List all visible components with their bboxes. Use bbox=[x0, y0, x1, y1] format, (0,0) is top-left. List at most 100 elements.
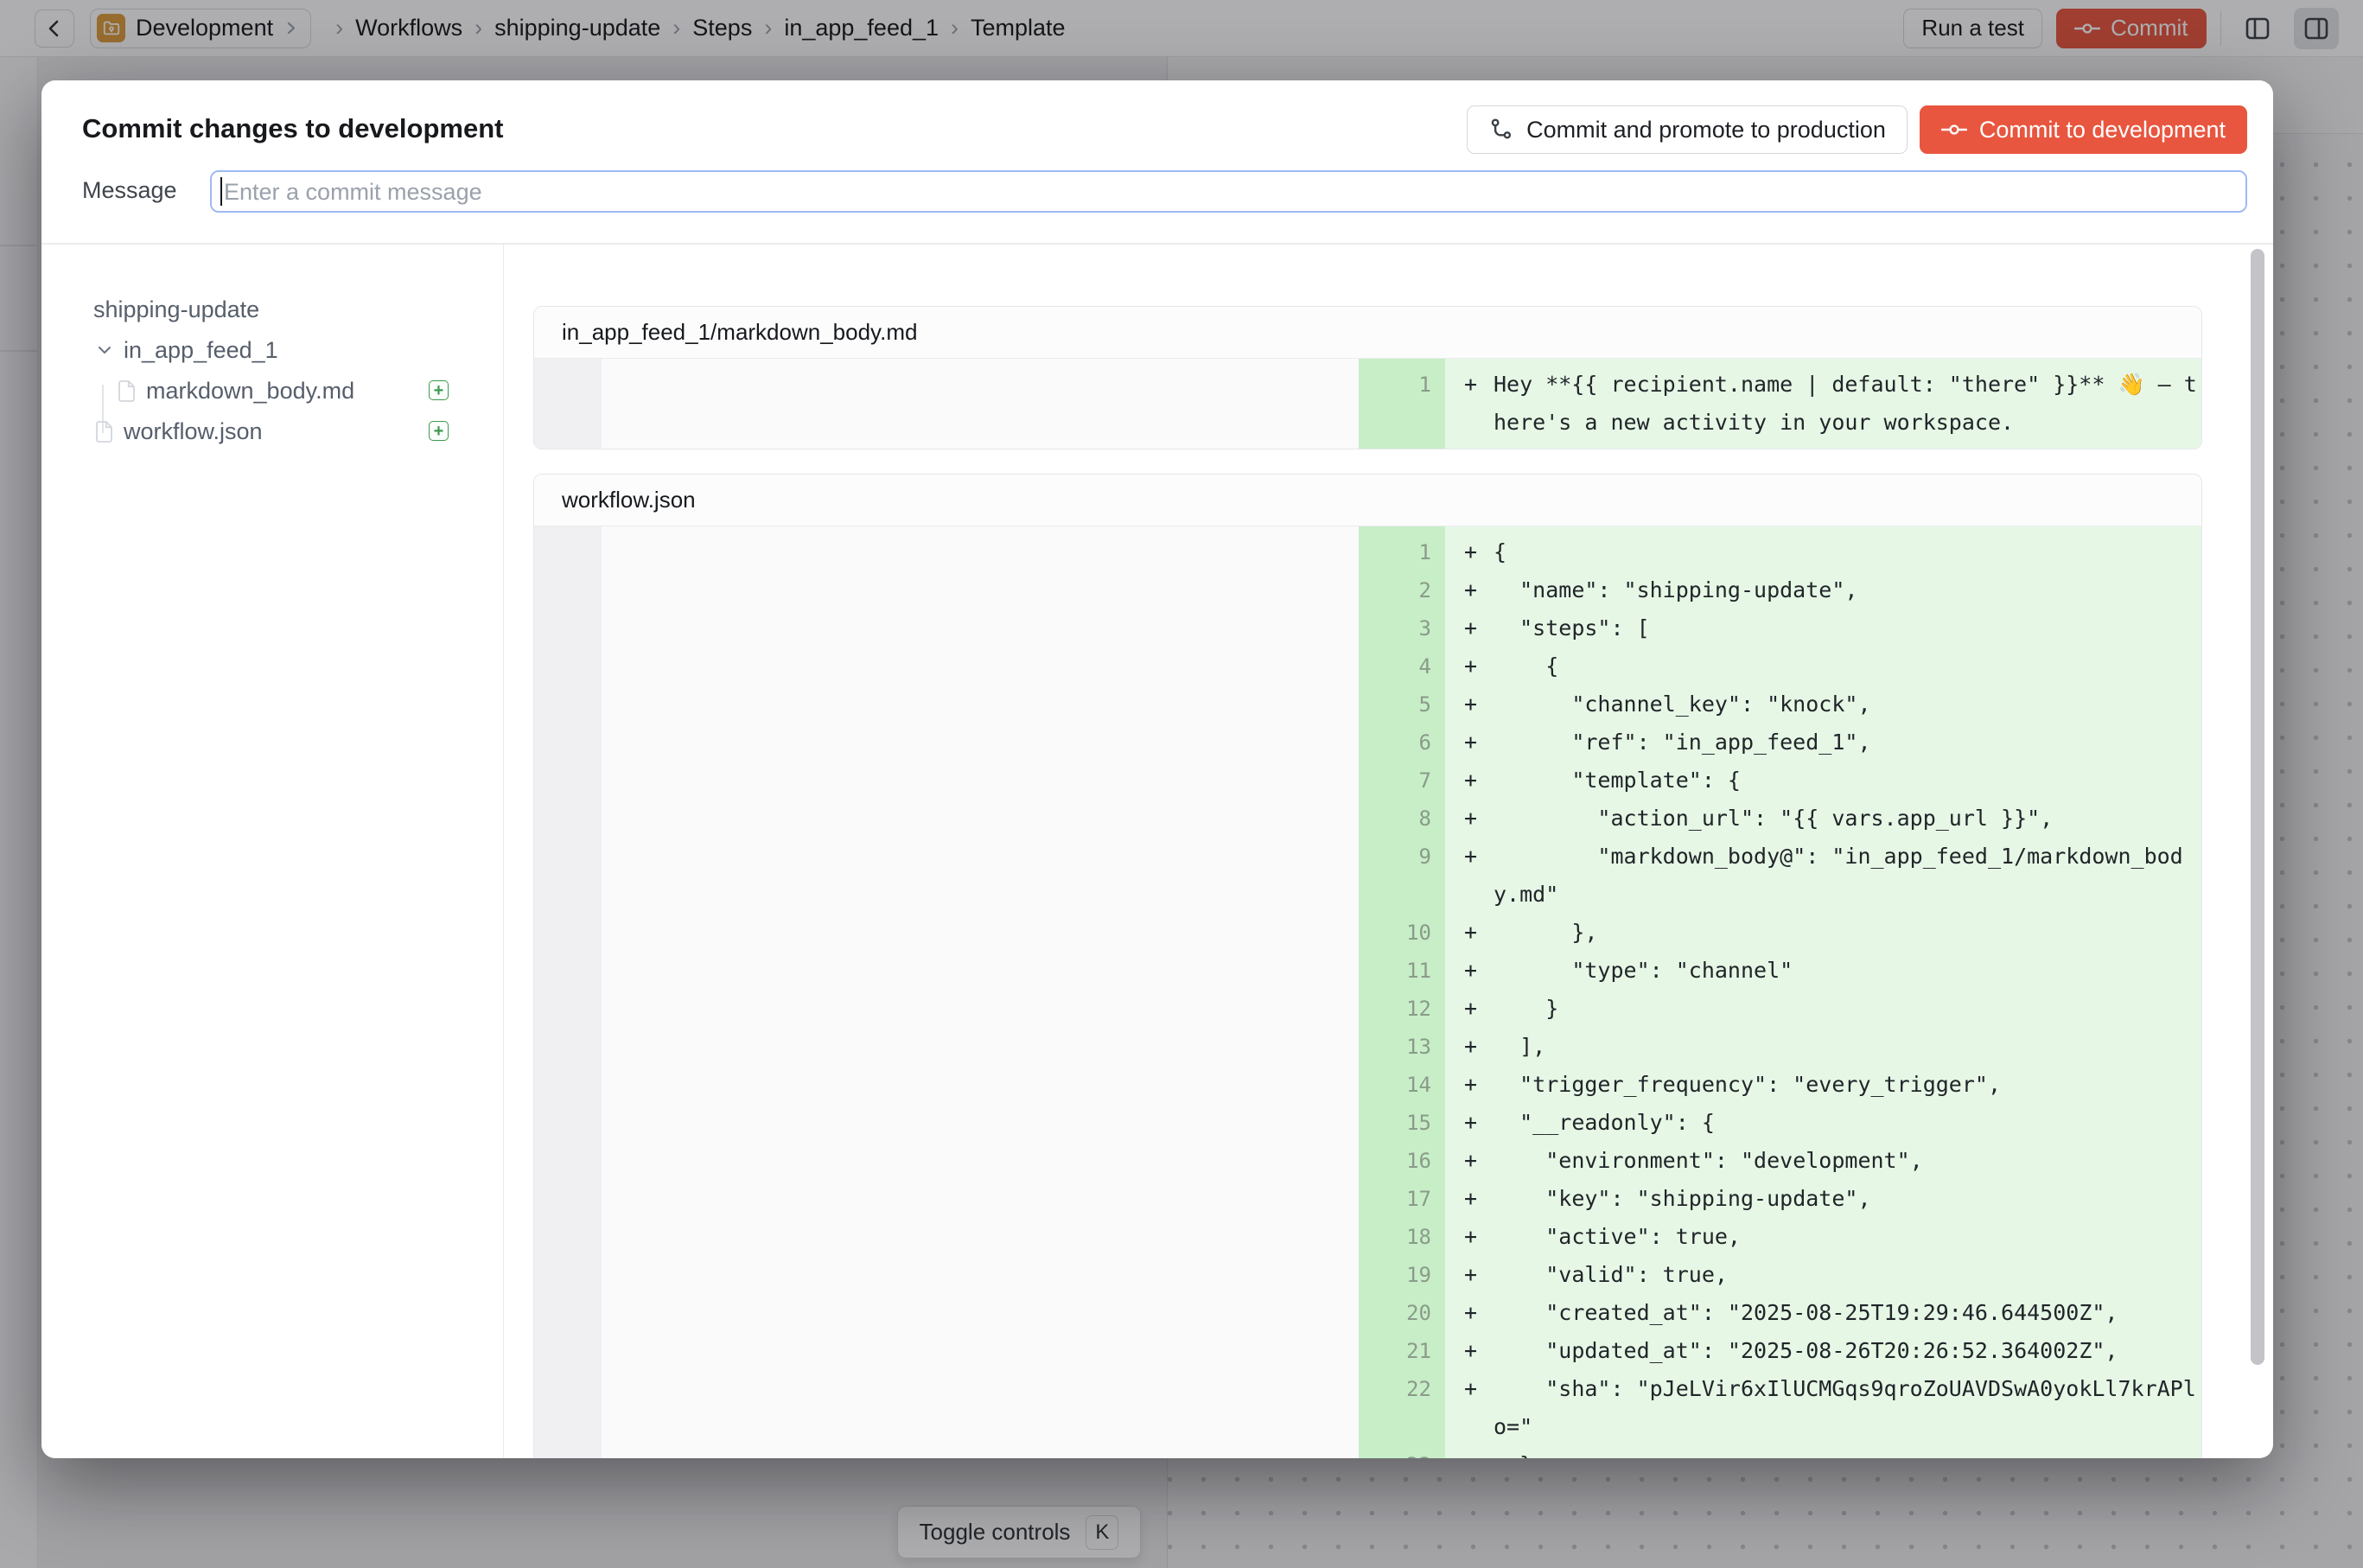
new-line-code: "created_at": "2025-08-25T19:29:46.64450… bbox=[1494, 1294, 2201, 1332]
old-line-content bbox=[602, 762, 1359, 800]
old-line-gutter bbox=[534, 1218, 602, 1256]
new-line-code: "template": { bbox=[1494, 762, 2201, 800]
old-line-content bbox=[602, 1256, 1359, 1294]
tree-folder-label: in_app_feed_1 bbox=[124, 337, 278, 364]
old-line-gutter bbox=[534, 914, 602, 952]
diff-line: 13+ ], bbox=[534, 1028, 2201, 1066]
old-line-gutter bbox=[534, 1256, 602, 1294]
old-line-content bbox=[602, 1028, 1359, 1066]
diff-column-segment bbox=[1445, 359, 1494, 366]
new-line-code: "active": true, bbox=[1494, 1218, 2201, 1256]
diff-add-sign: + bbox=[1445, 1294, 1494, 1332]
diff-column-segment bbox=[1359, 526, 1445, 533]
diff-line: 21+ "updated_at": "2025-08-26T20:26:52.3… bbox=[534, 1332, 2201, 1370]
new-line-number: 12 bbox=[1359, 990, 1445, 1028]
old-line-content bbox=[602, 723, 1359, 762]
diff-column-segment bbox=[1359, 359, 1445, 366]
diff-line: 1+Hey **{{ recipient.name | default: "th… bbox=[534, 366, 2201, 442]
diff-add-sign: + bbox=[1445, 1028, 1494, 1066]
diff-add-sign: + bbox=[1445, 1142, 1494, 1180]
new-line-number: 4 bbox=[1359, 647, 1445, 685]
new-line-code: ], bbox=[1494, 1028, 2201, 1066]
tree-item-workflow-root[interactable]: shipping-update bbox=[93, 290, 259, 328]
new-line-number: 16 bbox=[1359, 1142, 1445, 1180]
new-line-number: 20 bbox=[1359, 1294, 1445, 1332]
diff-line: 11+ "type": "channel" bbox=[534, 952, 2201, 990]
commit-node-icon bbox=[1941, 122, 1967, 137]
message-label: Message bbox=[82, 177, 177, 204]
tree-item-markdown-body[interactable]: markdown_body.md bbox=[118, 372, 354, 410]
old-line-gutter bbox=[534, 609, 602, 647]
commit-message-input[interactable] bbox=[210, 170, 2247, 213]
new-line-number: 9 bbox=[1359, 838, 1445, 914]
old-line-content bbox=[602, 1294, 1359, 1332]
new-line-number: 23 bbox=[1359, 1446, 1445, 1458]
commit-changes-dialog: Commit changes to development Commit and… bbox=[41, 80, 2273, 1458]
new-line-code: { bbox=[1494, 647, 2201, 685]
old-line-content bbox=[602, 609, 1359, 647]
commit-and-promote-label: Commit and promote to production bbox=[1526, 117, 1886, 143]
tree-item-step-folder[interactable]: in_app_feed_1 bbox=[96, 331, 278, 369]
diff-add-sign: + bbox=[1445, 723, 1494, 762]
old-line-gutter bbox=[534, 1142, 602, 1180]
new-line-code: "action_url": "{{ vars.app_url }}", bbox=[1494, 800, 2201, 838]
old-line-content bbox=[602, 1142, 1359, 1180]
diff-line: 2+ "name": "shipping-update", bbox=[534, 571, 2201, 609]
tree-item-workflow-json[interactable]: workflow.json bbox=[95, 412, 263, 450]
new-line-code: "markdown_body@": "in_app_feed_1/markdow… bbox=[1494, 838, 2201, 914]
diff-line: 14+ "trigger_frequency": "every_trigger"… bbox=[534, 1066, 2201, 1104]
diff-add-sign: + bbox=[1445, 533, 1494, 571]
tree-file-label: markdown_body.md bbox=[146, 378, 354, 405]
diff-add-sign: + bbox=[1445, 800, 1494, 838]
new-line-number: 19 bbox=[1359, 1256, 1445, 1294]
scrollbar-thumb[interactable] bbox=[2251, 249, 2264, 1365]
diff-body: 1+{2+ "name": "shipping-update",3+ "step… bbox=[534, 526, 2201, 1458]
new-line-number: 1 bbox=[1359, 366, 1445, 442]
diff-line: 4+ { bbox=[534, 647, 2201, 685]
diff-add-sign: + bbox=[1445, 1104, 1494, 1142]
old-line-gutter bbox=[534, 1446, 602, 1458]
commit-to-development-button[interactable]: Commit to development bbox=[1920, 105, 2247, 154]
new-line-number: 1 bbox=[1359, 533, 1445, 571]
old-line-gutter bbox=[534, 1066, 602, 1104]
diff-line: 1+{ bbox=[534, 533, 2201, 571]
diff-add-sign: + bbox=[1445, 1332, 1494, 1370]
old-line-gutter bbox=[534, 723, 602, 762]
new-line-code: "valid": true, bbox=[1494, 1256, 2201, 1294]
diff-add-sign: + bbox=[1445, 1256, 1494, 1294]
old-line-gutter bbox=[534, 1294, 602, 1332]
old-line-gutter bbox=[534, 990, 602, 1028]
diff-add-sign: + bbox=[1445, 647, 1494, 685]
changed-files-sidebar: shipping-update in_app_feed_1 markdown_b… bbox=[41, 245, 504, 1458]
new-line-code: } bbox=[1494, 1446, 2201, 1458]
diff-column-segment bbox=[602, 526, 1359, 533]
old-line-content bbox=[602, 1218, 1359, 1256]
diff-line: 16+ "environment": "development", bbox=[534, 1142, 2201, 1180]
chevron-down-icon bbox=[96, 341, 113, 359]
diff-line: 7+ "template": { bbox=[534, 762, 2201, 800]
commit-and-promote-button[interactable]: Commit and promote to production bbox=[1467, 105, 1908, 154]
new-line-code: "__readonly": { bbox=[1494, 1104, 2201, 1142]
old-line-content bbox=[602, 571, 1359, 609]
diff-line: 17+ "key": "shipping-update", bbox=[534, 1180, 2201, 1218]
diff-column-segment bbox=[1494, 442, 2201, 449]
diff-padding-row bbox=[534, 526, 2201, 533]
diff-add-sign: + bbox=[1445, 990, 1494, 1028]
diff-column-segment bbox=[534, 442, 602, 449]
old-line-content bbox=[602, 1370, 1359, 1446]
diff-add-sign: + bbox=[1445, 838, 1494, 914]
diff-line: 23+ } bbox=[534, 1446, 2201, 1458]
new-line-code: "steps": [ bbox=[1494, 609, 2201, 647]
old-line-gutter bbox=[534, 533, 602, 571]
old-line-gutter bbox=[534, 1028, 602, 1066]
new-line-code: "trigger_frequency": "every_trigger", bbox=[1494, 1066, 2201, 1104]
added-file-badge: + bbox=[429, 421, 449, 441]
old-line-gutter bbox=[534, 1370, 602, 1446]
diff-add-sign: + bbox=[1445, 571, 1494, 609]
diff-add-sign: + bbox=[1445, 1218, 1494, 1256]
new-line-code: }, bbox=[1494, 914, 2201, 952]
new-line-number: 10 bbox=[1359, 914, 1445, 952]
diff-column-segment bbox=[1494, 359, 2201, 366]
diff-add-sign: + bbox=[1445, 609, 1494, 647]
new-line-code: "key": "shipping-update", bbox=[1494, 1180, 2201, 1218]
